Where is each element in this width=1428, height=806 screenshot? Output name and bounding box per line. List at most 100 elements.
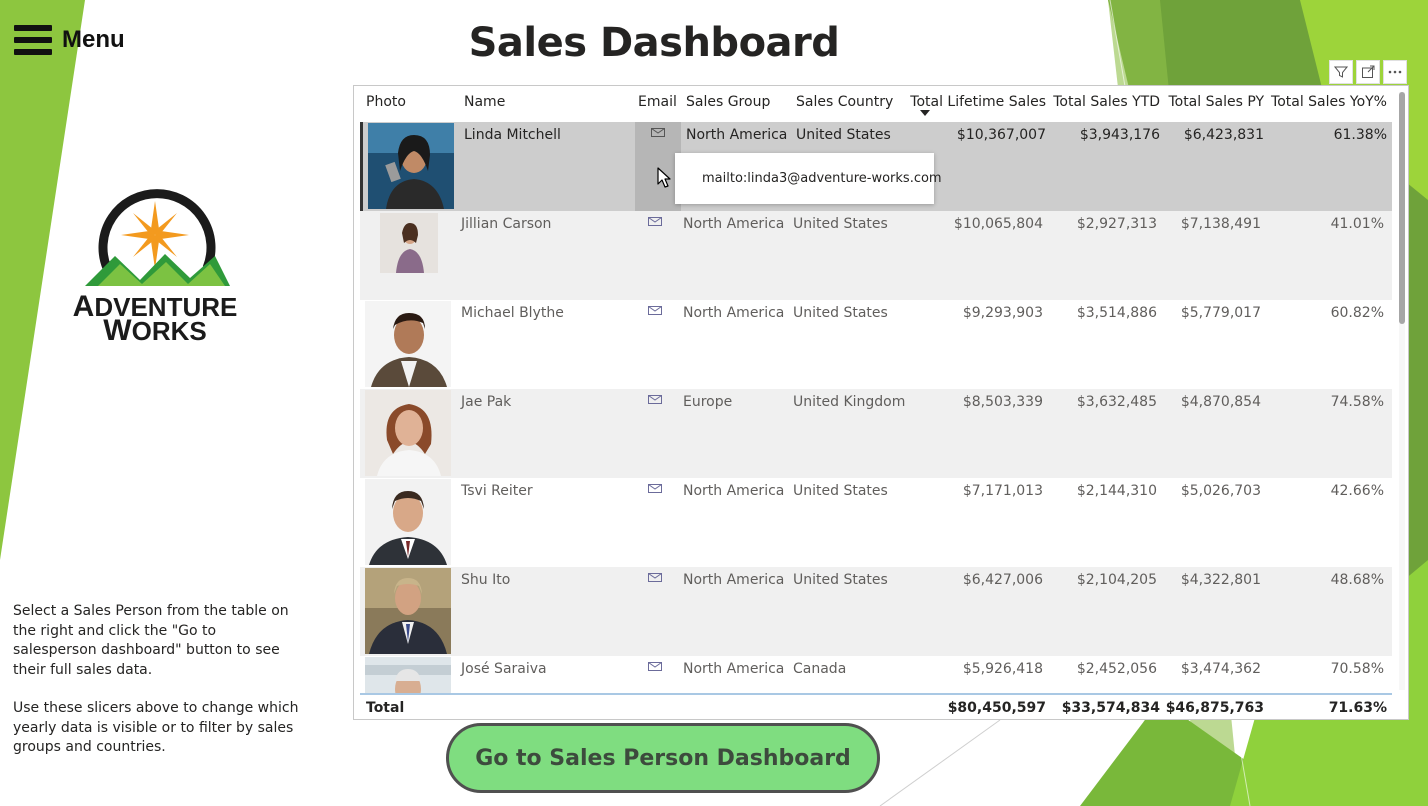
page-title: Sales Dashboard <box>468 20 840 66</box>
cell-sales-group: North America <box>683 661 785 677</box>
column-header-total-sales-ytd[interactable]: Total Sales YTD <box>1050 94 1160 110</box>
cell-total-sales-py: $5,026,703 <box>1180 483 1261 499</box>
email-icon[interactable] <box>648 484 662 493</box>
total-label: Total <box>366 700 405 716</box>
cell-name: Jae Pak <box>461 394 512 410</box>
go-to-sales-person-dashboard-button[interactable]: Go to Sales Person Dashboard <box>446 723 880 793</box>
menu-label: Menu <box>62 26 125 53</box>
total-lifetime-sales: $80,450,597 <box>947 700 1046 716</box>
table-row[interactable]: Jillian Carson North America United Stat… <box>360 211 1392 300</box>
cell-total-sales-ytd: $2,144,310 <box>1076 483 1157 499</box>
cell-name: Jillian Carson <box>461 216 552 232</box>
cell-total-lifetime-sales: $9,293,903 <box>962 305 1043 321</box>
cell-name: Tsvi Reiter <box>461 483 533 499</box>
cell-email <box>632 656 678 693</box>
salesperson-photo <box>365 568 451 654</box>
cell-total-sales-ytd: $2,927,313 <box>1076 216 1157 232</box>
total-sales-py: $46,875,763 <box>1165 700 1264 716</box>
table-row[interactable]: Shu Ito North America United States $6,4… <box>360 567 1392 656</box>
table-row[interactable]: Michael Blythe North America United Stat… <box>360 300 1392 389</box>
column-header-total-sales-py[interactable]: Total Sales PY <box>1164 94 1264 110</box>
cell-sales-group: North America <box>683 483 785 499</box>
column-header-total-lifetime-sales[interactable]: Total Lifetime Sales <box>904 94 1046 110</box>
cell-total-sales-py: $3,474,362 <box>1180 661 1261 677</box>
table-row[interactable]: Jae Pak Europe United Kingdom $8,503,339… <box>360 389 1392 478</box>
table-scrollbar[interactable] <box>1399 92 1405 690</box>
sort-descending-icon <box>920 110 930 116</box>
email-icon[interactable] <box>648 573 662 582</box>
cell-email <box>632 389 678 478</box>
cell-sales-country: United States <box>793 216 888 232</box>
email-icon[interactable] <box>648 306 662 315</box>
cell-sales-country: United States <box>796 127 891 143</box>
cell-sales-country: Canada <box>793 661 847 677</box>
cell-email <box>632 300 678 389</box>
cell-name: José Saraiva <box>461 661 547 677</box>
cell-total-sales-py: $7,138,491 <box>1180 216 1261 232</box>
table-header: Photo Name Email Sales Group Sales Count… <box>360 86 1392 124</box>
tooltip-text: mailto:linda3@adventure-works.com <box>702 171 942 186</box>
instructions-text: Select a Sales Person from the table on … <box>13 602 303 777</box>
column-header-sales-country[interactable]: Sales Country <box>796 94 893 110</box>
cell-name: Michael Blythe <box>461 305 564 321</box>
filter-icon[interactable] <box>1329 60 1353 84</box>
more-options-icon[interactable] <box>1383 60 1407 84</box>
cell-sales-group: North America <box>683 305 785 321</box>
column-header-name[interactable]: Name <box>464 94 505 110</box>
cell-email <box>632 567 678 656</box>
cell-sales-group: North America <box>683 572 785 588</box>
table-body: Linda Mitchell North America United Stat… <box>360 122 1392 693</box>
visual-header <box>1329 60 1407 84</box>
cell-sales-country: United States <box>793 305 888 321</box>
cell-total-sales-yoy: 74.58% <box>1330 394 1384 410</box>
column-header-sales-group[interactable]: Sales Group <box>686 94 770 110</box>
cell-sales-group: Europe <box>683 394 733 410</box>
salesperson-photo <box>380 213 438 273</box>
cell-total-sales-py: $6,423,831 <box>1183 127 1264 143</box>
cell-total-sales-yoy: 42.66% <box>1330 483 1384 499</box>
cell-name: Linda Mitchell <box>464 127 561 143</box>
total-sales-yoy: 71.63% <box>1328 700 1387 716</box>
cell-total-sales-yoy: 48.68% <box>1330 572 1384 588</box>
email-icon[interactable] <box>648 217 662 226</box>
cell-total-sales-ytd: $3,514,886 <box>1076 305 1157 321</box>
cell-name: Shu Ito <box>461 572 511 588</box>
table-row[interactable]: Tsvi Reiter North America United States … <box>360 478 1392 567</box>
cell-sales-country: United States <box>793 483 888 499</box>
cell-total-sales-ytd: $2,104,205 <box>1076 572 1157 588</box>
instructions-paragraph-2: Use these slicers above to change which … <box>13 700 299 755</box>
column-header-total-sales-yoy[interactable]: Total Sales YoY% <box>1270 94 1387 110</box>
column-header-email[interactable]: Email <box>638 94 677 110</box>
menu-button[interactable]: Menu <box>14 22 125 58</box>
salesperson-photo <box>365 479 451 565</box>
total-sales-ytd: $33,574,834 <box>1061 700 1160 716</box>
adventure-works-logo: ADVENTURE WORKS <box>70 188 240 348</box>
cell-total-sales-yoy: 61.38% <box>1333 127 1387 143</box>
email-icon[interactable] <box>648 395 662 404</box>
table-total-row: Total $80,450,597 $33,574,834 $46,875,76… <box>360 693 1392 719</box>
email-icon[interactable] <box>651 128 665 137</box>
scrollbar-thumb[interactable] <box>1399 92 1405 324</box>
cell-total-lifetime-sales: $10,065,804 <box>953 216 1043 232</box>
email-tooltip: mailto:linda3@adventure-works.com <box>675 153 942 204</box>
cell-sales-country: United Kingdom <box>793 394 906 410</box>
cell-total-lifetime-sales: $5,926,418 <box>962 661 1043 677</box>
mouse-cursor-icon <box>657 167 671 188</box>
cell-total-sales-yoy: 41.01% <box>1330 216 1384 232</box>
cell-total-sales-py: $4,322,801 <box>1180 572 1261 588</box>
cell-total-lifetime-sales: $8,503,339 <box>962 394 1043 410</box>
salesperson-photo <box>365 390 451 476</box>
salesperson-photo <box>365 301 451 387</box>
logo-text-line2: WORKS <box>103 314 207 347</box>
cell-email <box>632 211 678 300</box>
table-row[interactable]: José Saraiva North America Canada $5,926… <box>360 656 1392 693</box>
cell-total-lifetime-sales: $10,367,007 <box>956 127 1046 143</box>
focus-mode-icon[interactable] <box>1356 60 1380 84</box>
column-header-photo[interactable]: Photo <box>366 94 406 110</box>
hamburger-icon <box>14 25 52 55</box>
cell-sales-group: North America <box>686 127 788 143</box>
cell-total-sales-ytd: $2,452,056 <box>1076 661 1157 677</box>
cell-total-sales-yoy: 70.58% <box>1330 661 1384 677</box>
cell-total-sales-py: $5,779,017 <box>1180 305 1261 321</box>
email-icon[interactable] <box>648 662 662 671</box>
